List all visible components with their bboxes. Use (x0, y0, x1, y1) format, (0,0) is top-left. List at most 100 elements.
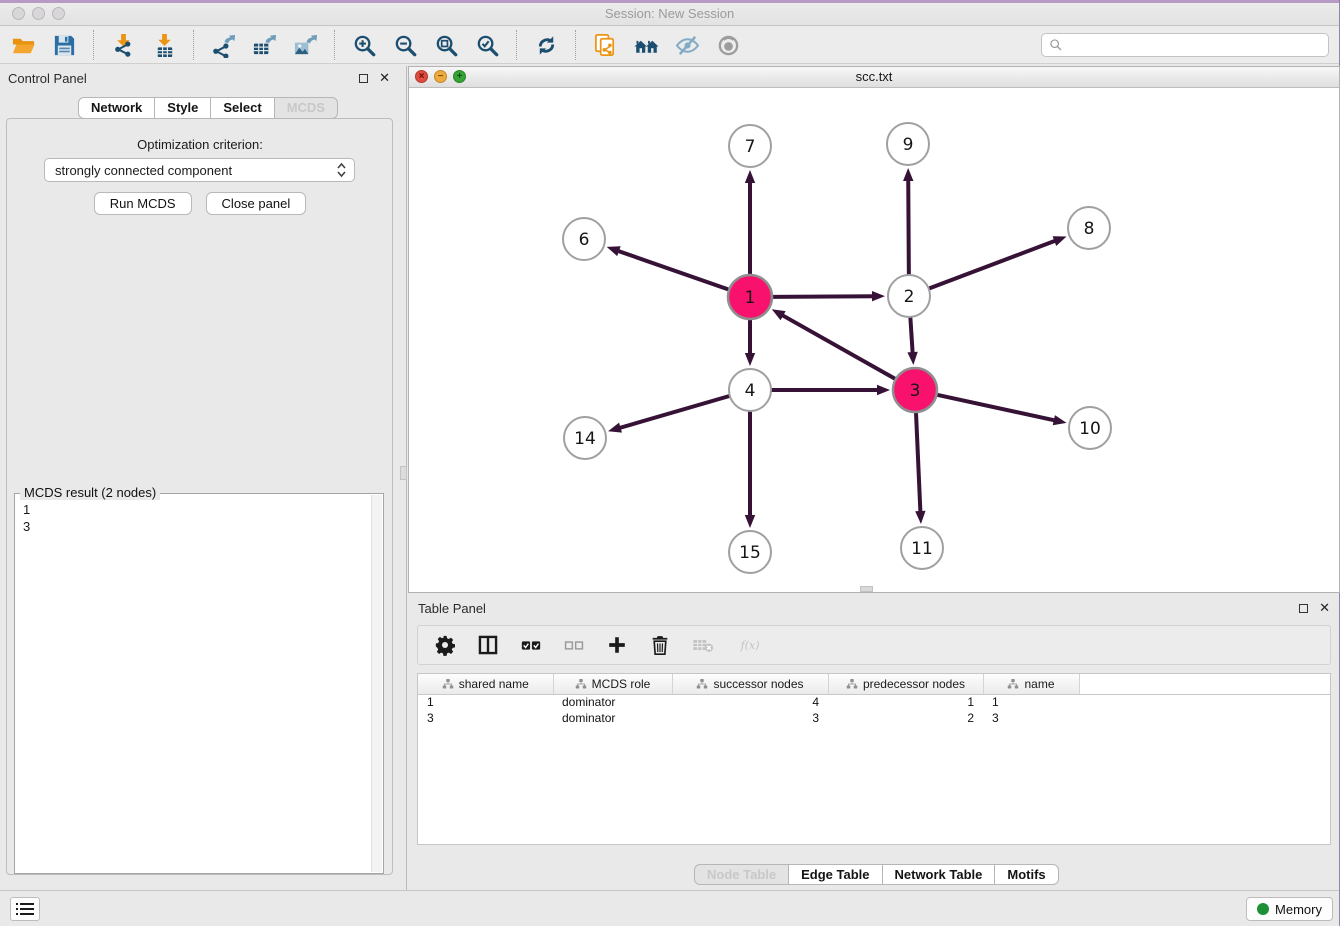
graph-node-11[interactable]: 11 (901, 527, 943, 569)
graph-edge-arrow (745, 515, 755, 528)
tab-select[interactable]: Select (211, 97, 274, 119)
export-network-icon[interactable] (210, 32, 236, 58)
graph-node-2[interactable]: 2 (888, 275, 930, 317)
graph-edge-2-8[interactable] (929, 240, 1058, 289)
graph-node-9[interactable]: 9 (887, 123, 929, 165)
graph-node-4[interactable]: 4 (729, 369, 771, 411)
search-icon (1049, 38, 1063, 52)
column-header-MCDS-role[interactable]: MCDS role (553, 674, 672, 694)
table-panel-tabs: Node TableEdge TableNetwork TableMotifs (694, 864, 1059, 885)
column-header-predecessor-nodes[interactable]: predecessor nodes (828, 674, 983, 694)
table-cell[interactable]: 3 (418, 710, 553, 726)
task-history-button[interactable] (10, 897, 40, 921)
tab-motifs[interactable]: Motifs (995, 864, 1058, 885)
tab-network-table[interactable]: Network Table (883, 864, 996, 885)
table-cell[interactable]: 2 (828, 710, 983, 726)
table-cell-filler (1079, 694, 1330, 710)
table-cell[interactable]: dominator (553, 710, 672, 726)
clone-network-icon[interactable] (592, 32, 618, 58)
zoom-fit-icon[interactable] (433, 32, 459, 58)
show-hidden-icon[interactable] (715, 32, 741, 58)
window-titlebar[interactable]: Session: New Session (0, 0, 1339, 26)
control-panel-close-icon[interactable]: ✕ (379, 73, 390, 83)
split-panel-icon[interactable] (476, 633, 500, 657)
open-session-icon[interactable] (10, 32, 36, 58)
graph-node-6[interactable]: 6 (563, 218, 605, 260)
mcds-result-text[interactable]: 1 3 (15, 494, 383, 542)
graph-edge-1-6[interactable] (616, 250, 729, 290)
column-header-name[interactable]: name (983, 674, 1079, 694)
graph-node-1[interactable]: 1 (728, 275, 772, 319)
tab-edge-table[interactable]: Edge Table (789, 864, 882, 885)
import-table-icon[interactable] (151, 32, 177, 58)
table-row[interactable]: 1dominator411 (418, 694, 1330, 710)
zoom-in-icon[interactable] (351, 32, 377, 58)
export-image-icon[interactable] (292, 32, 318, 58)
criterion-select[interactable]: strongly connected component (44, 158, 355, 182)
show-all-networks-icon[interactable] (633, 32, 659, 58)
memory-label: Memory (1275, 902, 1322, 917)
column-header-successor-nodes[interactable]: successor nodes (672, 674, 828, 694)
run-mcds-button[interactable]: Run MCDS (94, 192, 192, 215)
network-maximize-icon[interactable]: + (453, 70, 466, 83)
table-row[interactable]: 3dominator323 (418, 710, 1330, 726)
network-canvas[interactable]: 1 2 3 4 6 7 8 9 10 11 14 15 (409, 88, 1339, 592)
network-minimize-icon[interactable]: − (434, 70, 447, 83)
graph-node-14[interactable]: 14 (564, 417, 606, 459)
table-cell[interactable]: 4 (672, 694, 828, 710)
graph-edge-4-14[interactable] (618, 396, 730, 429)
graph-edge-2-9[interactable] (908, 178, 909, 275)
hide-selected-icon[interactable] (674, 32, 700, 58)
graph-edge-3-10[interactable] (936, 395, 1056, 421)
tab-node-table[interactable]: Node Table (694, 864, 789, 885)
search-input[interactable] (1068, 37, 1321, 54)
graph-edge-3-1[interactable] (780, 314, 895, 379)
svg-text:8: 8 (1084, 219, 1095, 239)
zoom-out-icon[interactable] (392, 32, 418, 58)
table-cell[interactable]: 1 (983, 694, 1079, 710)
select-stepper-icon (337, 162, 346, 178)
deselect-all-icon[interactable] (562, 633, 586, 657)
vertical-splitter-handle[interactable] (400, 466, 407, 480)
table-cell[interactable]: 3 (672, 710, 828, 726)
graph-edge-1-2[interactable] (772, 296, 875, 297)
column-header-shared-name[interactable]: shared name (418, 674, 553, 694)
close-panel-button[interactable]: Close panel (206, 192, 307, 215)
network-view-titlebar[interactable]: × − + scc.txt (409, 67, 1339, 88)
table-cell[interactable]: 1 (418, 694, 553, 710)
delete-row-icon[interactable] (648, 633, 672, 657)
control-panel-float-icon[interactable] (359, 74, 368, 83)
svg-text:10: 10 (1079, 419, 1101, 439)
network-close-icon[interactable]: × (415, 70, 428, 83)
graph-edge-3-11[interactable] (916, 412, 921, 514)
horizontal-splitter-handle[interactable] (860, 586, 873, 592)
table-cell[interactable]: dominator (553, 694, 672, 710)
graph-node-7[interactable]: 7 (729, 125, 771, 167)
tab-mcds[interactable]: MCDS (275, 97, 338, 119)
table-panel-float-icon[interactable] (1299, 604, 1308, 613)
select-all-icon[interactable] (519, 633, 543, 657)
add-row-icon[interactable] (605, 633, 629, 657)
mcds-result-scrollbar[interactable] (371, 495, 382, 872)
table-panel-title: Table Panel (418, 601, 486, 616)
search-box[interactable] (1041, 33, 1329, 57)
tab-style[interactable]: Style (155, 97, 211, 119)
graph-node-15[interactable]: 15 (729, 531, 771, 573)
delete-table-icon (691, 633, 715, 657)
memory-button[interactable]: Memory (1246, 897, 1333, 921)
export-table-icon[interactable] (251, 32, 277, 58)
zoom-selected-icon[interactable] (474, 32, 500, 58)
import-network-icon[interactable] (110, 32, 136, 58)
table-cell[interactable]: 3 (983, 710, 1079, 726)
table-cell[interactable]: 1 (828, 694, 983, 710)
vertical-splitter[interactable] (400, 66, 408, 890)
tab-network[interactable]: Network (78, 97, 155, 119)
settings-gear-icon[interactable] (433, 633, 457, 657)
graph-edge-2-3[interactable] (910, 317, 912, 355)
save-session-icon[interactable] (51, 32, 77, 58)
graph-node-3[interactable]: 3 (893, 368, 937, 412)
graph-node-10[interactable]: 10 (1069, 407, 1111, 449)
graph-node-8[interactable]: 8 (1068, 207, 1110, 249)
table-panel-close-icon[interactable]: ✕ (1319, 603, 1330, 613)
refresh-icon[interactable] (533, 32, 559, 58)
